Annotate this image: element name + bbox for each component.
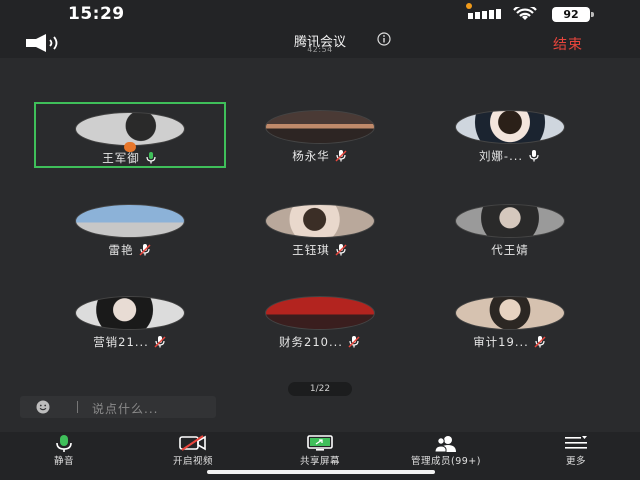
participant-name-row: 审计19... [414,334,606,350]
participant-name-row: 代王婧 [414,242,606,258]
microphone-icon [56,435,72,452]
participant-name: 审计19... [473,335,529,349]
participant-name: 刘娜-... [478,149,524,163]
participant-avatar [75,296,185,330]
chat-placeholder: 说点什么... [92,402,159,416]
battery-indicator: 92 [552,7,594,23]
share-screen-icon [307,435,333,451]
battery-tip [591,12,594,17]
meeting-timer: 42:54 [307,45,333,54]
status-bar: 15:29 92 [0,0,640,28]
participant-name-row: 财务210... [224,334,416,350]
cellular-signal-icon [468,9,501,19]
participant-name-row: 雷艳 [34,242,226,258]
battery-level: 92 [552,7,590,22]
more-label: 更多 [565,456,586,467]
mute-button[interactable]: 静音 [34,432,94,472]
end-meeting-button[interactable]: 结束 [553,34,583,54]
share-screen-label: 共享屏幕 [299,456,340,467]
participant-tile[interactable]: 营销21... [34,288,226,354]
mic-active-icon [146,152,156,164]
video-off-icon [179,435,206,451]
meeting-header: 腾讯会议 42:54 结束 [0,28,640,58]
participant-name: 代王婧 [491,243,529,257]
mic-muted-icon [348,336,360,348]
participant-tile[interactable]: 审计19... [414,288,606,354]
participant-avatar [455,204,565,238]
mic-muted-icon [138,244,151,256]
participant-avatar [75,112,185,146]
participant-name: 王军御 [102,151,140,165]
participant-tile[interactable]: 杨永华 [224,102,416,168]
participant-name-row: 营销21... [34,334,226,350]
participant-tile[interactable]: 刘娜-... [414,102,606,168]
page-indicator: 1/22 [288,382,352,396]
participant-name-row: 王钰琪 [224,242,416,258]
participant-name: 财务210... [279,335,343,349]
chat-divider [77,401,78,413]
participant-avatar [265,204,375,238]
mic-icon [529,150,539,162]
participant-tile[interactable]: 雷艳 [34,196,226,262]
participant-tile[interactable]: 王钰琪 [224,196,416,262]
info-icon[interactable] [377,32,391,46]
participant-name: 王钰琪 [292,243,330,257]
more-menu-icon [565,436,587,449]
participant-avatar [265,110,375,144]
members-icon [434,436,456,453]
start-video-label: 开启视频 [172,456,213,467]
participant-avatar [265,296,375,330]
share-screen-button[interactable]: 共享屏幕 [282,432,358,472]
participant-tile[interactable]: 王军御 [34,102,226,168]
start-video-button[interactable]: 开启视频 [155,432,231,472]
clock: 15:29 [68,4,125,24]
mic-muted-icon [335,150,347,162]
participant-name-row: 王军御 [36,150,224,166]
participant-tile[interactable]: 财务210... [224,288,416,354]
participant-name-row: 杨永华 [224,148,416,164]
participant-name: 杨永华 [292,149,330,163]
participant-name: 雷艳 [108,243,134,257]
manage-members-button[interactable]: 管理成员(99+) [388,432,504,472]
participant-avatar [75,204,185,238]
more-button[interactable]: 更多 [548,432,604,472]
mute-label: 静音 [53,456,74,467]
participant-avatar [455,110,565,144]
participant-name: 营销21... [93,335,149,349]
wifi-icon [513,7,537,20]
mic-muted-icon [335,244,347,256]
participant-name-row: 刘娜-... [414,148,606,164]
emoji-icon[interactable] [36,400,50,414]
chat-input[interactable]: 说点什么... [20,396,216,418]
participant-tile[interactable]: 代王婧 [414,196,606,262]
home-indicator[interactable] [207,470,435,474]
manage-members-label: 管理成员(99+) [411,456,481,467]
mic-muted-icon [534,336,546,348]
participant-avatar [455,296,565,330]
mic-muted-icon [154,336,166,348]
